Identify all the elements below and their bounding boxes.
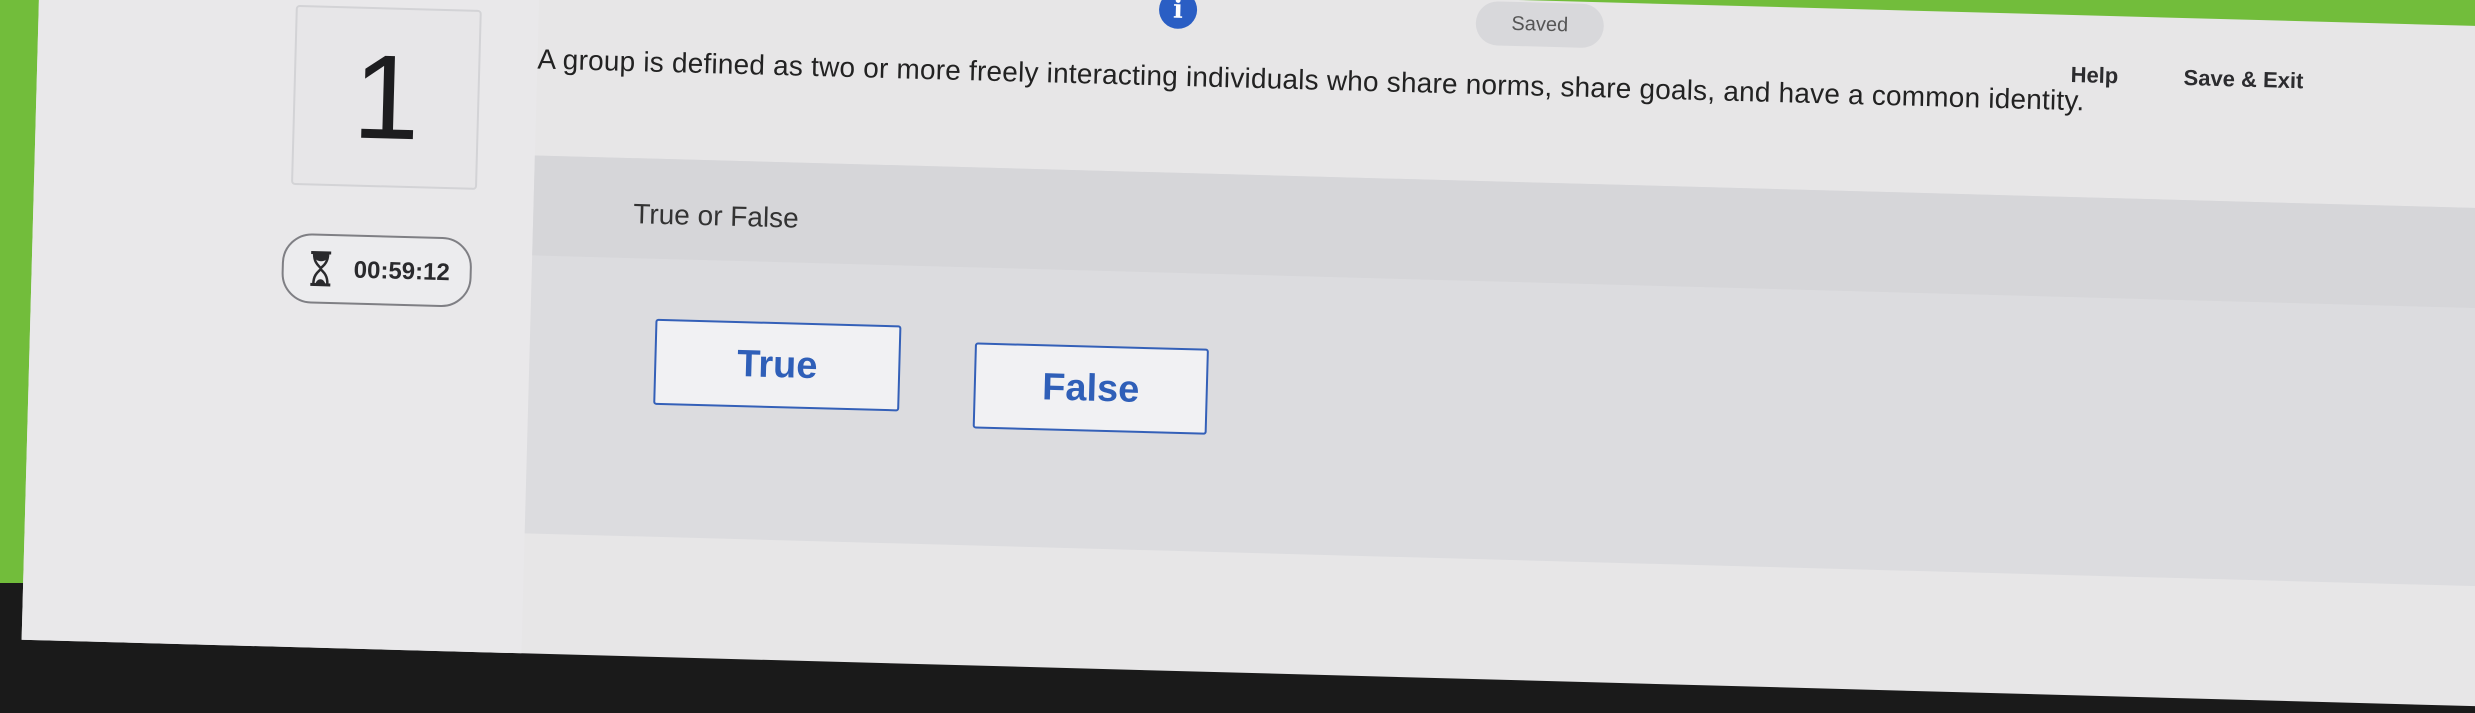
timer[interactable]: 00:59:12 <box>280 232 473 308</box>
false-option-button[interactable]: False <box>972 342 1209 435</box>
answer-panel: True or False True False <box>524 155 2475 593</box>
question-number: 1 <box>291 4 482 190</box>
hourglass-icon <box>310 250 332 287</box>
true-option-button[interactable]: True <box>653 318 902 412</box>
question-text: A group is defined as two or more freely… <box>537 43 2085 117</box>
info-icon[interactable]: i <box>1158 0 1198 30</box>
answer-header: True or False <box>532 155 2475 315</box>
saved-status-badge: Saved <box>1475 0 1605 49</box>
question-type-label: True or False <box>632 198 800 234</box>
quiz-screen: i Saved Help Save & Exit 1 00:59:12 A gr… <box>21 0 2475 711</box>
save-exit-link[interactable]: Save & Exit <box>2183 65 2303 94</box>
timer-value: 00:59:12 <box>353 256 451 287</box>
